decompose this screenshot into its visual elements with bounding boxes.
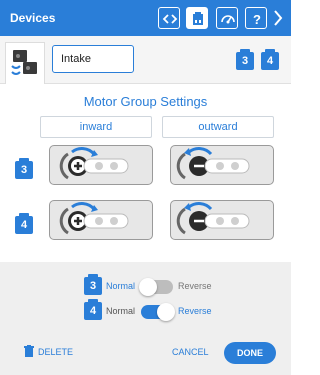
motor-group-device-tile[interactable]: [5, 42, 45, 84]
done-button[interactable]: DONE: [224, 342, 276, 364]
port-badge-3: 3: [236, 49, 254, 70]
motor-reverse-icon: [176, 147, 250, 180]
trash-icon: [24, 345, 34, 357]
toggle-port-badge-4: 4: [84, 299, 102, 320]
code-icon: [162, 14, 178, 24]
delete-label: DELETE: [38, 347, 74, 357]
toggle-3-normal-label: Normal: [106, 281, 136, 291]
settings-title: Motor Group Settings: [83, 94, 208, 109]
cancel-button[interactable]: CANCEL: [172, 347, 209, 357]
device-icon: [193, 12, 203, 25]
help-icon: ?: [253, 12, 261, 27]
motor-4-outward-reverse[interactable]: [170, 200, 274, 240]
header-bar: Devices ?: [0, 0, 291, 36]
code-button[interactable]: [158, 7, 180, 29]
port-badge-4: 4: [261, 49, 279, 70]
toggle-4-reverse-label: Reverse: [178, 306, 212, 316]
svg-text:?: ?: [253, 12, 261, 27]
chevron-right-icon[interactable]: [273, 9, 283, 27]
direction-label-inward: inward: [40, 116, 152, 138]
motor-forward-icon: [59, 202, 129, 235]
dashboard-button[interactable]: [216, 7, 238, 29]
motor-3-inward-forward[interactable]: [49, 145, 153, 185]
toggle-4-switch[interactable]: [141, 303, 175, 321]
toggle-3-knob: [139, 278, 157, 296]
toggle-3-switch[interactable]: [139, 278, 173, 296]
toggle-3-reverse-label: Reverse: [178, 281, 212, 291]
motor-3-outward-reverse[interactable]: [170, 145, 274, 185]
row-port-badge-4: 4: [15, 213, 33, 234]
motor-forward-icon: [59, 147, 129, 180]
motor-reverse-icon: [176, 202, 250, 235]
help-button[interactable]: ?: [245, 7, 267, 29]
toggle-4-normal-label: Normal: [106, 306, 136, 316]
motor-group-icon: [11, 50, 37, 75]
toggle-4-knob: [157, 303, 175, 321]
toggle-port-badge-3: 3: [84, 274, 102, 295]
motor-4-inward-forward[interactable]: [49, 200, 153, 240]
page-title: Devices: [10, 11, 56, 25]
row-port-badge-3: 3: [15, 158, 33, 179]
dashboard-icon: [221, 15, 235, 24]
device-name-input[interactable]: [52, 45, 134, 73]
direction-label-outward: outward: [162, 116, 274, 138]
devices-button[interactable]: [186, 7, 208, 29]
